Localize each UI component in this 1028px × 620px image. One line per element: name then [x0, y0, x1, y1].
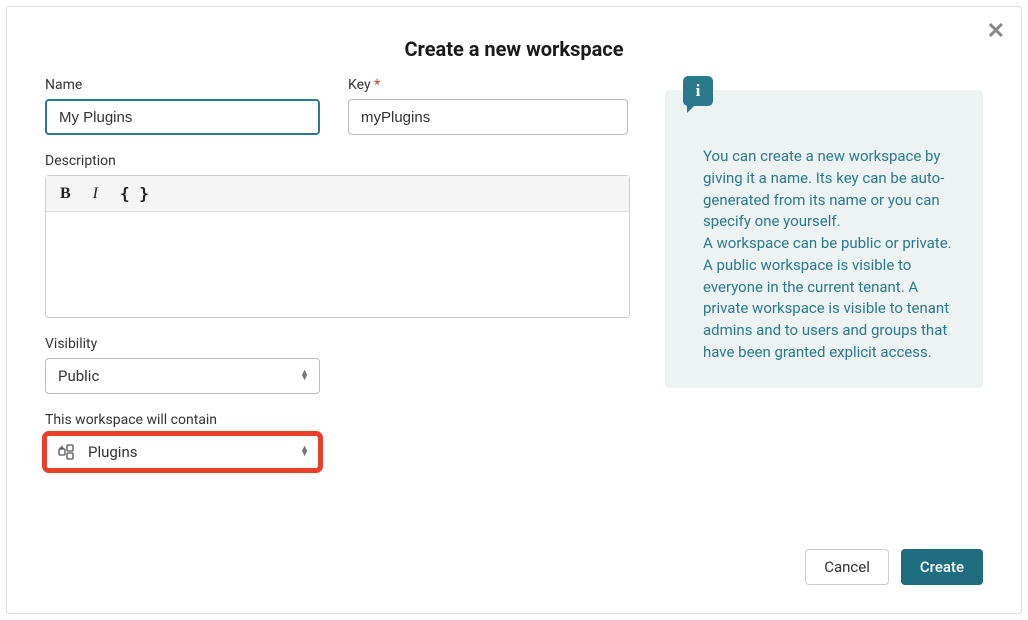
code-button[interactable]: { } — [120, 184, 149, 203]
description-label: Description — [45, 153, 635, 169]
description-textarea[interactable] — [46, 212, 629, 317]
plugin-icon — [58, 444, 74, 460]
bold-button[interactable]: B — [60, 184, 71, 203]
help-text-2: A workspace can be public or private. A … — [703, 233, 959, 364]
modal-footer: Cancel Create — [7, 531, 1021, 613]
name-input[interactable] — [45, 99, 320, 135]
name-label: Name — [45, 77, 320, 93]
help-text-1: You can create a new workspace by giving… — [703, 146, 959, 233]
required-marker: * — [374, 77, 380, 93]
help-column: i You can create a new workspace by givi… — [665, 77, 983, 531]
content-type-value: Plugins — [88, 443, 137, 461]
create-workspace-modal: ✕ Create a new workspace Name Key * Desc… — [6, 6, 1022, 614]
close-icon[interactable]: ✕ — [987, 21, 1005, 43]
key-input[interactable] — [348, 99, 628, 135]
visibility-value: Public — [58, 367, 99, 385]
content-type-select[interactable]: Plugins ▲▼ — [45, 434, 320, 470]
modal-title: Create a new workspace — [7, 37, 1021, 61]
cancel-button[interactable]: Cancel — [805, 549, 889, 585]
help-panel: i You can create a new workspace by givi… — [665, 90, 983, 388]
stepper-icon: ▲▼ — [300, 371, 309, 381]
stepper-icon: ▲▼ — [300, 447, 309, 457]
form-column: Name Key * Description B I { } — [45, 77, 635, 531]
contain-label: This workspace will contain — [45, 412, 635, 428]
key-label: Key * — [348, 77, 628, 93]
italic-button[interactable]: I — [93, 184, 98, 203]
visibility-label: Visibility — [45, 336, 635, 352]
editor-toolbar: B I { } — [46, 176, 629, 212]
description-editor: B I { } — [45, 175, 630, 318]
create-button[interactable]: Create — [901, 549, 983, 585]
info-icon: i — [683, 76, 713, 106]
visibility-select[interactable]: Public ▲▼ — [45, 358, 320, 394]
